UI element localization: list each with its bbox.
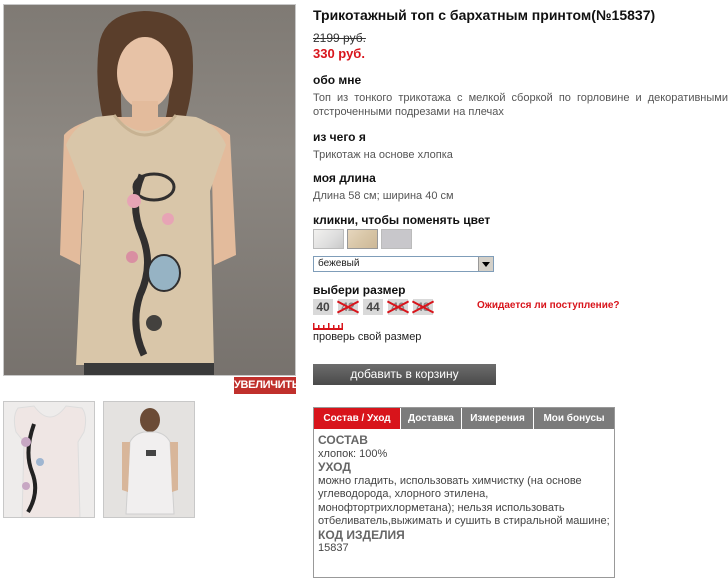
tab-content: СОСТАВ хлопок: 100% УХОД можно гладить, … — [318, 433, 610, 556]
color-swatch-beige[interactable] — [347, 229, 378, 249]
main-product-photo[interactable] — [3, 4, 296, 376]
about-heading: обо мне — [313, 73, 362, 87]
length-heading: моя длина — [313, 171, 376, 185]
size-option-46-unavailable[interactable]: 46 — [386, 299, 410, 315]
color-swatch-grey[interactable] — [381, 229, 412, 249]
size-option-44[interactable]: 44 — [363, 299, 383, 315]
composition-heading: СОСТАВ — [318, 433, 368, 447]
tab-delivery[interactable]: Доставка — [401, 408, 462, 429]
tab-bar: Состав / Уход Доставка Измерения Мои бон… — [314, 408, 614, 429]
care-heading: УХОД — [318, 460, 351, 474]
tab-my-bonuses[interactable]: Мои бонусы — [534, 408, 614, 429]
old-price: 2199 руб. — [313, 31, 366, 45]
add-to-cart-button[interactable]: добавить в корзину — [313, 364, 496, 385]
product-code-value: 15837 — [318, 542, 349, 554]
thumbnail-front-illustration — [4, 402, 94, 517]
thumbnail-back[interactable] — [103, 401, 195, 518]
about-text: Топ из тонкого трикотажа с мелкой сборко… — [313, 92, 728, 118]
color-select[interactable]: бежевый — [313, 256, 494, 272]
size-option-40[interactable]: 40 — [313, 299, 333, 315]
color-select-value: бежевый — [318, 258, 360, 269]
color-heading: кликни, чтобы поменять цвет — [313, 213, 491, 227]
length-text: Длина 58 см; ширина 40 см — [313, 190, 454, 202]
thumbnail-front[interactable] — [3, 401, 95, 518]
material-text: Трикотаж на основе хлопка — [313, 149, 453, 161]
new-price: 330 руб. — [313, 46, 365, 61]
care-value: можно гладить, использовать химчистку (н… — [318, 474, 610, 528]
size-option-48-unavailable[interactable]: 48 — [411, 299, 435, 315]
product-title: Трикотажный топ с бархатным принтом(№158… — [313, 7, 656, 23]
model-illustration — [60, 11, 236, 375]
composition-value: хлопок: 100% — [318, 447, 388, 460]
material-heading: из чего я — [313, 130, 366, 144]
size-option-42-unavailable[interactable]: 42 — [336, 299, 360, 315]
check-size-link[interactable]: проверь свой размер — [313, 331, 421, 343]
thumbnail-back-illustration — [104, 402, 194, 517]
size-heading: выбери размер — [313, 283, 406, 297]
awaiting-stock-link[interactable]: Ожидается ли поступление? — [477, 300, 620, 311]
ruler-icon — [313, 323, 343, 330]
dropdown-arrow-icon[interactable] — [478, 257, 493, 271]
enlarge-button[interactable]: УВЕЛИЧИТЬ — [234, 377, 300, 394]
tab-composition-care[interactable]: Состав / Уход — [314, 408, 401, 429]
info-tabs: Состав / Уход Доставка Измерения Мои бон… — [313, 407, 615, 578]
product-code-heading: КОД ИЗДЕЛИЯ — [318, 527, 405, 542]
color-swatch-white[interactable] — [313, 229, 344, 249]
tab-measurements[interactable]: Измерения — [462, 408, 534, 429]
